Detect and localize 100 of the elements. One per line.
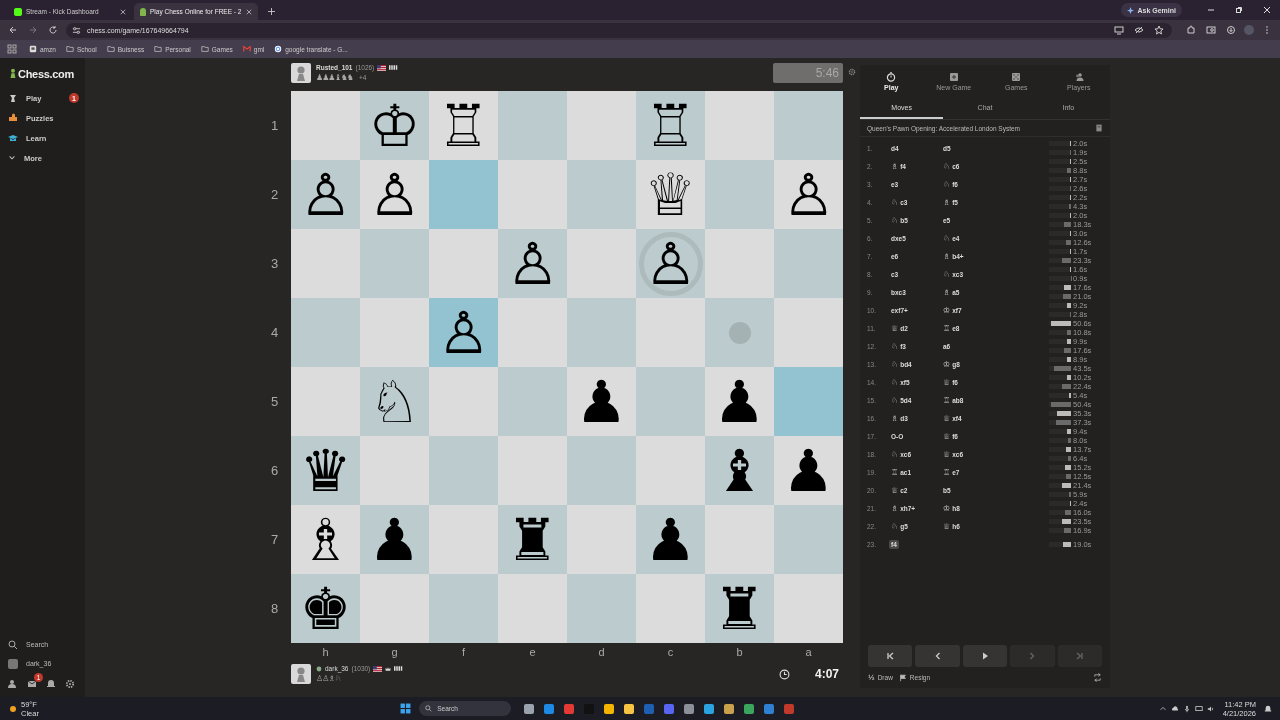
install-icon[interactable] xyxy=(1112,25,1126,35)
chess-piece[interactable]: ♙ xyxy=(644,232,697,295)
friends-icon[interactable] xyxy=(8,679,18,689)
board-square[interactable]: ♗ xyxy=(291,505,360,574)
chess-piece[interactable]: ♙ xyxy=(437,301,490,364)
board-square[interactable]: ♘ xyxy=(360,367,429,436)
mail-icon[interactable] xyxy=(27,679,37,689)
download-icon[interactable] xyxy=(1224,25,1238,35)
restore-icon[interactable] xyxy=(1234,5,1244,15)
board-square[interactable]: ♚ xyxy=(291,574,360,643)
close-icon[interactable] xyxy=(246,8,252,15)
chess-piece[interactable]: ♟ xyxy=(575,370,628,433)
site-icon xyxy=(274,45,283,53)
app-icon[interactable] xyxy=(524,703,535,714)
file-label: b xyxy=(735,645,744,660)
folder-icon xyxy=(106,45,115,53)
chess-piece[interactable]: ♚ xyxy=(299,577,352,640)
profile-avatar[interactable] xyxy=(1244,25,1254,35)
settings-icon[interactable] xyxy=(65,679,75,689)
site-settings-icon[interactable] xyxy=(72,25,81,35)
star-icon[interactable] xyxy=(1152,25,1166,35)
chess-piece[interactable]: ♝ xyxy=(713,439,766,502)
eye-slash-icon[interactable] xyxy=(1132,25,1146,35)
board-square[interactable]: ♟ xyxy=(636,505,705,574)
chess-logo[interactable]: Chess.com xyxy=(0,68,74,80)
chess-piece[interactable]: ♗ xyxy=(299,508,352,571)
board-square[interactable]: ♟ xyxy=(774,436,843,505)
chevron-up-icon[interactable] xyxy=(1158,704,1167,713)
chess-piece[interactable]: ♙ xyxy=(506,232,559,295)
app-icon[interactable] xyxy=(604,703,615,714)
chess-piece[interactable]: ♕ xyxy=(644,163,697,226)
app-icon[interactable] xyxy=(544,703,555,714)
app-icon[interactable] xyxy=(704,703,715,714)
board-square[interactable]: ♙ xyxy=(774,160,843,229)
chess-piece[interactable]: ♙ xyxy=(782,163,835,226)
board-square[interactable]: ♖ xyxy=(429,91,498,160)
chess-piece[interactable]: ♟ xyxy=(713,370,766,433)
first-move-button[interactable] xyxy=(868,645,913,667)
chess-piece[interactable]: ♔ xyxy=(368,94,421,157)
rank-label: 2 xyxy=(271,186,280,204)
board-square[interactable]: ♛ xyxy=(291,436,360,505)
board-square[interactable]: ♔ xyxy=(360,91,429,160)
board-square[interactable]: ♟ xyxy=(567,367,636,436)
book-icon[interactable] xyxy=(1096,124,1102,132)
move-hint-dot[interactable] xyxy=(728,321,751,344)
app-icon[interactable] xyxy=(684,703,695,714)
play-move-button[interactable] xyxy=(962,645,1008,667)
new-tab-icon[interactable] xyxy=(268,8,275,15)
app-icon[interactable] xyxy=(624,703,635,714)
board-square[interactable] xyxy=(705,298,774,367)
folder-icon xyxy=(65,45,74,53)
app-icon[interactable] xyxy=(724,703,735,714)
monitor-icon[interactable] xyxy=(1194,704,1203,713)
microphone-icon[interactable] xyxy=(1182,704,1191,713)
rank-label: 3 xyxy=(271,255,280,273)
rank-label: 6 xyxy=(271,462,280,480)
chess-piece[interactable]: ♟ xyxy=(368,508,421,571)
board-square[interactable]: ♜ xyxy=(498,505,567,574)
board-square[interactable]: ♙ xyxy=(429,298,498,367)
file-label: e xyxy=(528,645,537,660)
flag-icon xyxy=(373,665,383,672)
sun-icon[interactable] xyxy=(8,703,18,714)
board-square[interactable]: ♜ xyxy=(705,574,774,643)
board-square[interactable]: ♙ xyxy=(498,229,567,298)
board-square[interactable]: ♙ xyxy=(360,160,429,229)
dice-icon xyxy=(1011,71,1022,82)
board-square[interactable]: ♟ xyxy=(360,505,429,574)
clock-time: 5:46 xyxy=(815,66,839,80)
rank-label: 7 xyxy=(271,531,280,549)
close-icon[interactable] xyxy=(1262,5,1272,15)
mail-icon xyxy=(242,45,251,53)
reload-icon[interactable] xyxy=(46,25,60,35)
bell-icon[interactable] xyxy=(1264,704,1272,713)
board-square[interactable]: ♕ xyxy=(636,160,705,229)
chess-piece[interactable]: ♜ xyxy=(713,577,766,640)
chess-piece[interactable]: ♖ xyxy=(644,94,697,157)
app-icon[interactable] xyxy=(744,703,755,714)
board-square[interactable]: ♝ xyxy=(705,436,774,505)
speaker-icon[interactable] xyxy=(1206,704,1215,713)
board-square[interactable]: ♟ xyxy=(705,367,774,436)
board-square[interactable]: ♖ xyxy=(636,91,705,160)
board-square[interactable]: ♙ xyxy=(636,229,705,298)
start-icon[interactable] xyxy=(400,703,412,714)
flip-board-icon[interactable] xyxy=(1093,673,1102,682)
chess-piece[interactable]: ♜ xyxy=(506,508,559,571)
reading-list-icon[interactable] xyxy=(1204,25,1218,35)
flag-icon xyxy=(377,64,387,71)
board-square[interactable]: ♙ xyxy=(291,160,360,229)
chess-piece[interactable]: ♙ xyxy=(299,163,352,226)
chess-piece[interactable]: ♟ xyxy=(782,439,835,502)
apps-grid-icon[interactable] xyxy=(5,44,19,54)
settings-icon[interactable] xyxy=(848,68,856,76)
chess-piece[interactable]: ♘ xyxy=(368,370,421,433)
close-icon[interactable] xyxy=(120,8,126,15)
cloud-icon[interactable] xyxy=(1170,704,1179,713)
bell-icon[interactable] xyxy=(46,679,56,689)
chess-piece[interactable]: ♛ xyxy=(299,439,352,502)
chess-piece[interactable]: ♟ xyxy=(644,508,697,571)
chess-piece[interactable]: ♖ xyxy=(437,94,490,157)
chess-piece[interactable]: ♙ xyxy=(368,163,421,226)
